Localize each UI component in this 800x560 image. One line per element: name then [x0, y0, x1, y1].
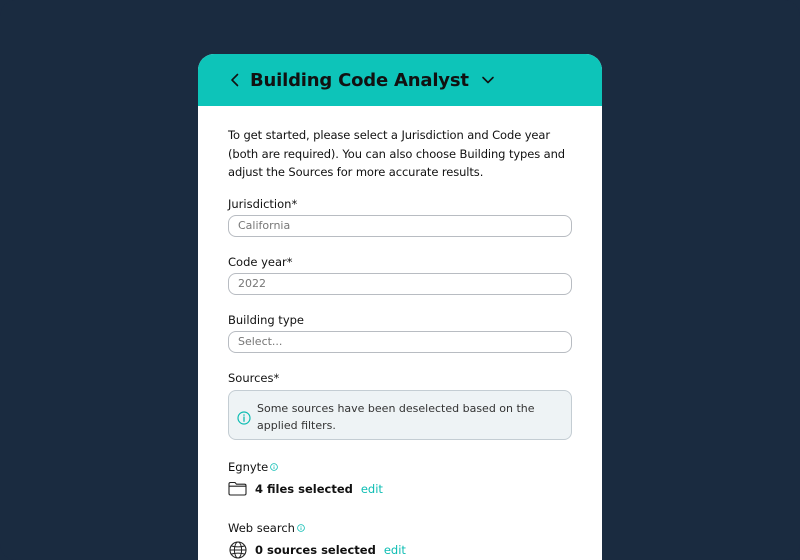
chevron-down-icon[interactable] — [479, 71, 497, 89]
sources-notice: Some sources have been deselected based … — [228, 389, 572, 440]
egnyte-edit-link[interactable]: edit — [361, 482, 383, 496]
info-icon[interactable] — [297, 521, 305, 532]
intro-text: To get started, please select a Jurisdic… — [228, 128, 566, 179]
web-search-source: Web search — [228, 519, 572, 537]
panel-header: Building Code Analyst — [198, 54, 602, 106]
info-circle-icon — [237, 410, 251, 425]
app-background: Building Code Analyst To get started, pl… — [0, 0, 800, 560]
jurisdiction-label: Jurisdiction* — [228, 196, 298, 211]
code-year-label: Code year* — [228, 254, 293, 269]
web-search-count: 0 sources selected — [255, 542, 376, 557]
jurisdiction-input[interactable] — [228, 214, 572, 237]
egnyte-row: 4 files selected edit — [228, 479, 572, 499]
egnyte-count: 4 files selected — [255, 481, 353, 496]
chevron-left-icon[interactable] — [226, 71, 244, 89]
info-icon[interactable] — [270, 460, 279, 471]
web-search-label: Web search — [228, 520, 295, 535]
panel-content: To get started, please select a Jurisdic… — [198, 106, 602, 560]
globe-icon — [228, 540, 247, 559]
assistant-panel: Building Code Analyst To get started, pl… — [198, 54, 602, 560]
egnyte-label: Egnyte — [228, 459, 269, 474]
sources-label: Sources* — [228, 370, 280, 385]
web-search-edit-link[interactable]: edit — [384, 543, 406, 557]
code-year-input[interactable] — [228, 272, 572, 295]
egnyte-source: Egnyte — [228, 458, 572, 476]
folder-icon — [228, 479, 247, 498]
panel-title: Building Code Analyst — [250, 69, 469, 91]
building-type-select[interactable] — [228, 330, 572, 353]
building-type-label: Building type — [228, 312, 304, 327]
sources-notice-text: Some sources have been deselected based … — [257, 401, 535, 432]
web-search-row: 0 sources selected edit — [228, 540, 572, 560]
